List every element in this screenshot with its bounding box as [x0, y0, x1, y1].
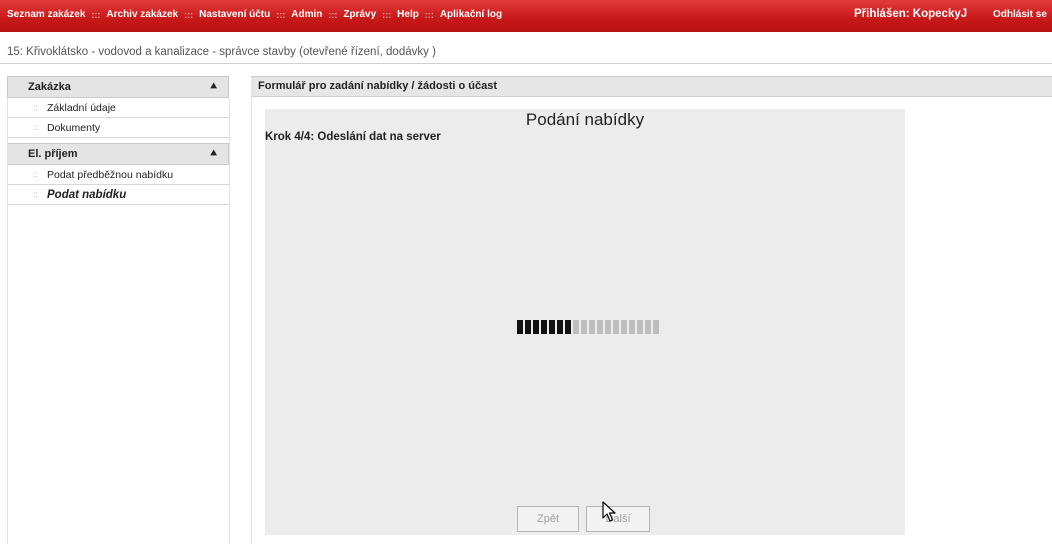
logged-in-user: Přihlášen: KopeckyJ	[854, 8, 968, 20]
menu-separator: :::	[424, 9, 434, 20]
menu-separator: :::	[91, 9, 101, 20]
progress-segment-pending	[629, 320, 635, 334]
sidebar-section-title: Zakázka	[28, 81, 71, 93]
progress-segment-pending	[621, 320, 627, 334]
progress-segment-pending	[637, 320, 643, 334]
progress-segment-done	[525, 320, 531, 334]
progress-segment-pending	[645, 320, 651, 334]
wizard-step-label: Krok 4/4: Odeslání dat na server	[265, 131, 441, 143]
sidebar-item-podat-nabidku[interactable]: :: Podat nabídku	[7, 185, 229, 205]
panel-header: Formulář pro zadání nabídky / žádosti o …	[251, 76, 1052, 97]
menu-admin[interactable]: Admin	[291, 9, 322, 20]
sidebar-section-title: El. příjem	[28, 148, 78, 160]
back-button[interactable]: Zpět	[517, 506, 579, 532]
menu-help[interactable]: Help	[397, 9, 419, 20]
progress-segment-done	[549, 320, 555, 334]
progress-segment-done	[557, 320, 563, 334]
progress-segment-pending	[605, 320, 611, 334]
mouse-cursor-icon	[602, 501, 616, 522]
menu-seznam-zakazek[interactable]: Seznam zakázek	[7, 9, 85, 20]
sidebar-item-label: Dokumenty	[47, 121, 101, 134]
project-title: 15: Křivoklátsko - vodovod a kanalizace …	[7, 46, 436, 58]
progress-segment-done	[541, 320, 547, 334]
sidebar-item-podat-predbeznou-nabidku[interactable]: :: Podat předběžnou nabídku	[7, 165, 229, 185]
wizard-title: Podání nabídky	[525, 110, 645, 129]
sidebar-item-dokumenty[interactable]: :: Dokumenty	[7, 118, 229, 138]
progress-segment-pending	[653, 320, 659, 334]
bullet-icon: ::	[33, 190, 38, 199]
progress-segment-pending	[589, 320, 595, 334]
progress-segment-pending	[581, 320, 587, 334]
menu-separator: :::	[276, 9, 286, 20]
sidebar-section-el-prijem[interactable]: El. příjem ⯅	[7, 143, 229, 165]
progress-segment-done	[517, 320, 523, 334]
sidebar-section-zakazka[interactable]: Zakázka ⯅	[7, 76, 229, 98]
progress-segment-pending	[613, 320, 619, 334]
progress-segment-pending	[573, 320, 579, 334]
top-navigation-bar: Seznam zakázek ::: Archiv zakázek ::: Na…	[0, 0, 1052, 32]
progress-segment-done	[533, 320, 539, 334]
double-chevron-up-icon[interactable]: ⯅	[209, 81, 218, 94]
sidebar-border	[229, 98, 230, 544]
main-menu: Seznam zakázek ::: Archiv zakázek ::: Na…	[7, 9, 502, 20]
bullet-icon: ::	[33, 170, 38, 179]
panel-border	[251, 97, 252, 544]
menu-nastaveni-uctu[interactable]: Nastavení účtu	[199, 9, 270, 20]
menu-aplikacni-log[interactable]: Aplikační log	[440, 9, 502, 20]
sidebar-item-label: Základní údaje	[47, 101, 116, 114]
bullet-icon: ::	[33, 103, 38, 112]
bullet-icon: ::	[33, 123, 38, 132]
wizard-panel: Podání nabídky Krok 4/4: Odeslání dat na…	[265, 109, 905, 535]
menu-zpravy[interactable]: Zprávy	[343, 9, 376, 20]
sidebar-border	[7, 98, 8, 544]
next-button[interactable]: Další	[586, 506, 650, 532]
divider	[0, 63, 1052, 64]
progress-segment-pending	[597, 320, 603, 334]
menu-separator: :::	[184, 9, 194, 20]
sidebar-item-zakladni-udaje[interactable]: :: Základní údaje	[7, 98, 229, 118]
sidebar-item-label: Podat předběžnou nabídku	[47, 168, 174, 181]
menu-archiv-zakazek[interactable]: Archiv zakázek	[106, 9, 178, 20]
menu-separator: :::	[382, 9, 392, 20]
progress-segment-done	[565, 320, 571, 334]
menu-separator: :::	[328, 9, 338, 20]
double-chevron-up-icon[interactable]: ⯅	[209, 148, 218, 161]
sidebar-item-label: Podat nabídku	[47, 188, 127, 201]
sidebar: Zakázka ⯅ :: Základní údaje :: Dokumenty…	[7, 76, 229, 205]
upload-progress-bar	[517, 320, 661, 334]
logout-link[interactable]: Odhlásit se	[993, 9, 1047, 20]
